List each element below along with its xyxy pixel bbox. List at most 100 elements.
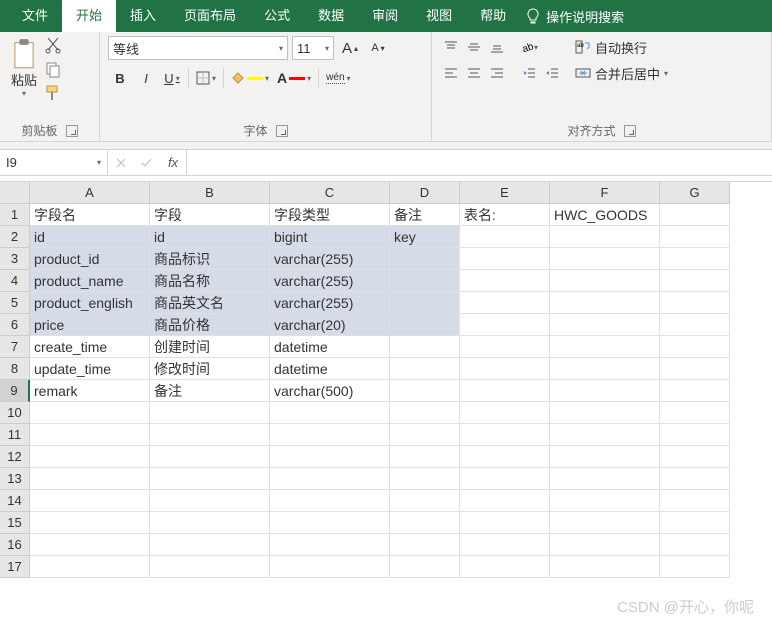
cell[interactable] [30,446,150,468]
row-header[interactable]: 16 [0,534,30,556]
cell[interactable]: varchar(500) [270,380,390,402]
cell[interactable]: create_time [30,336,150,358]
select-all-corner[interactable] [0,182,30,204]
row-header[interactable]: 17 [0,556,30,578]
cell[interactable] [270,534,390,556]
cell[interactable] [30,468,150,490]
row-header[interactable]: 4 [0,270,30,292]
row-header[interactable]: 7 [0,336,30,358]
row-header[interactable]: 8 [0,358,30,380]
cell[interactable] [390,292,460,314]
cell[interactable] [270,556,390,578]
row-header[interactable]: 2 [0,226,30,248]
cell[interactable] [550,270,660,292]
cell[interactable] [390,424,460,446]
tell-me-search[interactable]: 操作说明搜索 [526,7,624,26]
cell[interactable] [30,534,150,556]
col-header[interactable]: B [150,182,270,204]
cell[interactable] [460,512,550,534]
cell[interactable] [460,292,550,314]
cell[interactable] [460,380,550,402]
tab-insert[interactable]: 插入 [116,0,170,32]
col-header[interactable]: G [660,182,730,204]
cell[interactable] [550,380,660,402]
cell[interactable]: key [390,226,460,248]
cell[interactable]: 商品名称 [150,270,270,292]
cell[interactable] [390,446,460,468]
col-header[interactable]: A [30,182,150,204]
spreadsheet-grid[interactable]: ABCDEFG1字段名字段字段类型备注表名:HWC_GOODS2ididbigi… [0,182,772,578]
cell[interactable]: 备注 [150,380,270,402]
cell[interactable]: price [30,314,150,336]
cell[interactable] [270,424,390,446]
cell[interactable] [390,490,460,512]
cell[interactable] [660,534,730,556]
enter-formula-button[interactable] [134,150,160,175]
cell[interactable] [660,358,730,380]
cell[interactable] [150,402,270,424]
cell[interactable] [390,534,460,556]
cell[interactable] [30,402,150,424]
row-header[interactable]: 15 [0,512,30,534]
cell[interactable] [460,314,550,336]
cell[interactable]: 商品价格 [150,314,270,336]
decrease-indent-button[interactable] [518,62,540,84]
bold-button[interactable]: B [108,66,132,90]
font-name-combo[interactable]: 等线▾ [108,36,288,60]
cell[interactable] [550,446,660,468]
cell[interactable] [390,314,460,336]
row-header[interactable]: 11 [0,424,30,446]
tab-help[interactable]: 帮助 [466,0,520,32]
font-size-combo[interactable]: 11▾ [292,36,334,60]
cell[interactable] [660,314,730,336]
cell[interactable] [390,248,460,270]
cell[interactable] [460,358,550,380]
cell[interactable] [660,446,730,468]
cell[interactable] [550,314,660,336]
cell[interactable]: 创建时间 [150,336,270,358]
row-header[interactable]: 6 [0,314,30,336]
cell[interactable] [390,336,460,358]
col-header[interactable]: C [270,182,390,204]
cell[interactable] [270,512,390,534]
cell[interactable] [550,534,660,556]
col-header[interactable]: F [550,182,660,204]
row-header[interactable]: 1 [0,204,30,226]
cell[interactable]: id [150,226,270,248]
col-header[interactable]: E [460,182,550,204]
cell[interactable]: product_english [30,292,150,314]
cancel-formula-button[interactable] [108,150,134,175]
row-header[interactable]: 10 [0,402,30,424]
underline-button[interactable]: U▾ [160,66,184,90]
dialog-launcher-icon[interactable] [276,125,288,137]
cell[interactable]: id [30,226,150,248]
cell[interactable] [660,512,730,534]
cell[interactable] [390,512,460,534]
cell[interactable]: 字段名 [30,204,150,226]
orientation-button[interactable]: ab▾ [518,36,540,58]
cell[interactable] [460,402,550,424]
cell[interactable]: remark [30,380,150,402]
format-painter-icon[interactable] [44,84,62,102]
cell[interactable] [150,446,270,468]
increase-indent-button[interactable] [541,62,563,84]
cell[interactable] [660,490,730,512]
cell[interactable] [550,556,660,578]
italic-button[interactable]: I [134,66,158,90]
cell[interactable] [550,226,660,248]
shrink-font-button[interactable]: A▾ [366,36,390,60]
cell[interactable]: varchar(255) [270,292,390,314]
cell[interactable] [460,556,550,578]
row-header[interactable]: 9 [0,380,30,402]
cell[interactable] [460,534,550,556]
merge-center-button[interactable]: 合并后居中▾ [571,62,672,84]
cell[interactable] [550,248,660,270]
align-right-button[interactable] [486,62,508,84]
cell[interactable]: 字段 [150,204,270,226]
cell[interactable] [270,490,390,512]
cell[interactable]: 表名: [460,204,550,226]
dialog-launcher-icon[interactable] [624,125,636,137]
cell[interactable] [150,534,270,556]
cell[interactable] [460,446,550,468]
fill-color-button[interactable]: ▾ [228,66,272,90]
